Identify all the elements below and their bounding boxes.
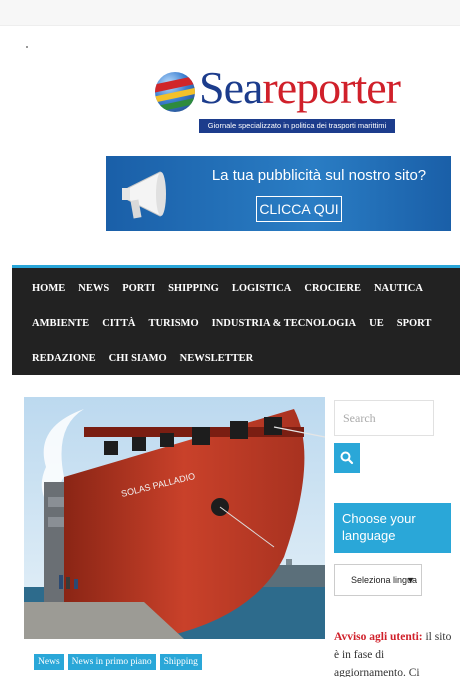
notice-text: Avviso agli utenti: il sito è in fase di… (334, 628, 454, 677)
nav-row-2: AMBIENTE CITTÀ TURISMO INDUSTRIA & TECNO… (32, 317, 444, 331)
search-input[interactable]: Search (334, 400, 434, 436)
nav-row-3: REDAZIONE CHI SIAMO NEWSLETTER (32, 352, 266, 366)
tag-primo-piano[interactable]: News in primo piano (67, 654, 156, 670)
top-bar (0, 0, 460, 26)
nav-item-news[interactable]: NEWS (78, 282, 109, 296)
ad-text: La tua pubblicità sul nostro sito? (211, 167, 427, 184)
magnifier-icon (340, 451, 354, 465)
nav-item-newsletter[interactable]: NEWSLETTER (180, 352, 254, 366)
nav-item-citta[interactable]: CITTÀ (102, 317, 135, 331)
ad-banner[interactable]: La tua pubblicità sul nostro sito? CLICC… (106, 156, 451, 231)
logo-sea: Sea (199, 62, 263, 113)
nav-item-shipping[interactable]: SHIPPING (168, 282, 219, 296)
nav-item-nautica[interactable]: NAUTICA (374, 282, 423, 296)
ad-cta-button[interactable]: CLICCA QUI (256, 196, 342, 222)
globe-icon (155, 72, 195, 112)
nav-item-chi-siamo[interactable]: CHI SIAMO (109, 352, 167, 366)
nav-item-ambiente[interactable]: AMBIENTE (32, 317, 89, 331)
nav-row-1: HOME NEWS PORTI SHIPPING LOGISTICA CROCI… (32, 282, 436, 296)
nav-item-home[interactable]: HOME (32, 282, 65, 296)
notice-bold: Avviso agli utenti: (334, 631, 423, 643)
nav-item-ue[interactable]: UE (369, 317, 384, 331)
nav-item-logistica[interactable]: LOGISTICA (232, 282, 292, 296)
nav-item-industria[interactable]: INDUSTRIA & TECNOLOGIA (212, 317, 357, 331)
nav-item-sport[interactable]: SPORT (397, 317, 432, 331)
site-logo[interactable]: Seareporter Giornale specializzato in po… (155, 62, 405, 140)
logo-reporter: reporter (262, 62, 401, 113)
article-tags: News News in primo piano Shipping (34, 654, 206, 670)
nav-item-turismo[interactable]: TURISMO (148, 317, 198, 331)
main-nav: HOME NEWS PORTI SHIPPING LOGISTICA CROCI… (12, 265, 460, 375)
search-button[interactable] (334, 443, 360, 473)
chevron-down-icon: ▼ (406, 575, 415, 585)
language-widget-title: Choose your language (334, 503, 451, 553)
nav-item-crociere[interactable]: CROCIERE (304, 282, 361, 296)
logo-tagline: Giornale specializzato in politica dei t… (199, 119, 395, 133)
search-placeholder: Search (343, 411, 376, 425)
article-image[interactable]: SOLAS PALLADIO (24, 397, 325, 639)
nav-item-redazione[interactable]: REDAZIONE (32, 352, 96, 366)
stray-dot (26, 46, 28, 48)
tag-shipping[interactable]: Shipping (159, 654, 202, 670)
nav-item-porti[interactable]: PORTI (122, 282, 155, 296)
logo-title: Seareporter (199, 62, 401, 114)
language-select[interactable]: Seleziona lingua ▼ (334, 564, 422, 596)
megaphone-icon (122, 171, 166, 219)
ship-illustration: SOLAS PALLADIO (24, 397, 325, 639)
tag-news[interactable]: News (34, 654, 64, 670)
